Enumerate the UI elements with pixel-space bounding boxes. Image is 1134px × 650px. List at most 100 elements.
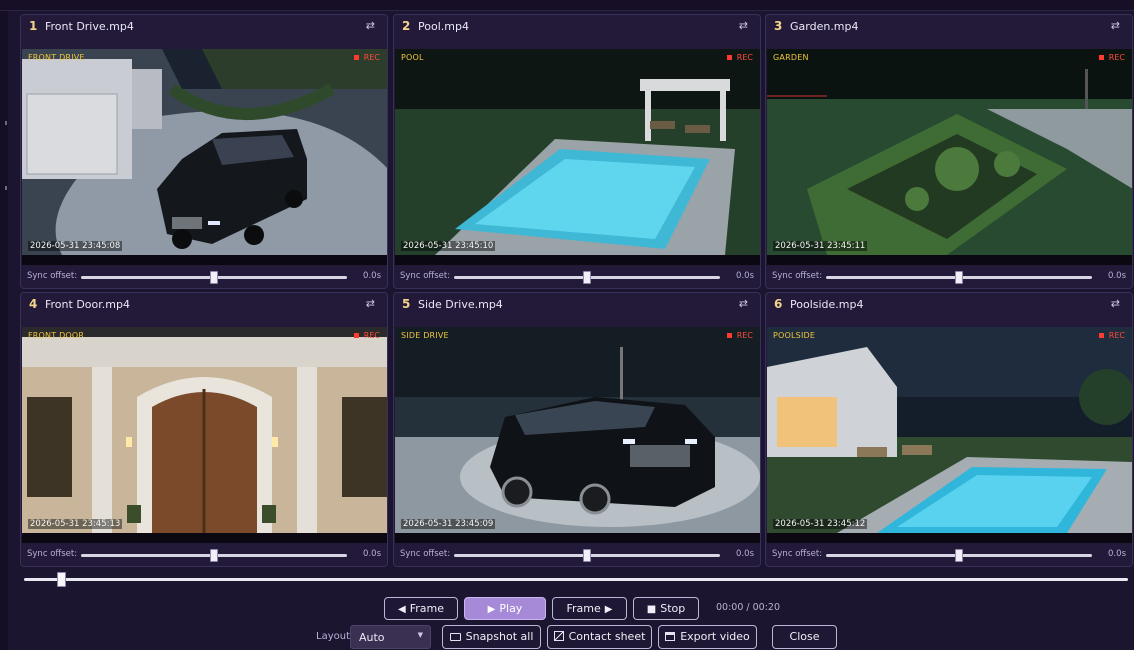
video-footer — [395, 255, 760, 265]
timeline-slider[interactable] — [24, 572, 1128, 587]
video-tile-6: 6 Poolside.mp4 ⇄ POOLSIDE REC 2026-05-31… — [765, 292, 1133, 567]
slider-handle[interactable] — [955, 271, 963, 284]
camera-label: POOLSIDE — [773, 331, 816, 340]
tile-filename: Front Drive.mp4 — [45, 20, 134, 33]
sync-offset-slider[interactable] — [81, 271, 347, 284]
video-footer — [767, 533, 1132, 543]
layout-value: Auto — [359, 631, 385, 644]
tile-number: 2 — [402, 19, 411, 33]
video-grid: 1 Front Drive.mp4 ⇄ FRONT DRIVE REC 2026… — [0, 0, 1134, 567]
sync-offset-label: Sync offset: — [27, 271, 78, 281]
video-frame[interactable]: GARDEN REC 2026-05-31 23:45:11 — [767, 49, 1132, 255]
tile-number: 5 — [402, 297, 411, 311]
video-frame[interactable]: POOL REC 2026-05-31 23:45:10 — [395, 49, 760, 255]
tile-header: 1 Front Drive.mp4 ⇄ — [21, 15, 387, 39]
tile-filename: Front Door.mp4 — [45, 298, 130, 311]
timestamp-overlay: 2026-05-31 23:45:13 — [28, 519, 123, 529]
layout-select[interactable]: Auto ▼ — [350, 625, 431, 649]
swap-icon[interactable]: ⇄ — [1111, 297, 1120, 310]
sync-offset-slider[interactable] — [454, 271, 720, 284]
swap-icon[interactable]: ⇄ — [366, 297, 375, 310]
play-button[interactable]: ▶ Play — [464, 597, 546, 620]
sync-offset-value: 0.0s — [1108, 271, 1126, 281]
stop-button[interactable]: ■ Stop — [633, 597, 699, 620]
tile-header: 5 Side Drive.mp4 ⇄ — [394, 293, 760, 317]
poolside-scene — [767, 327, 1132, 533]
tile-number: 3 — [774, 19, 783, 33]
pool-scene — [395, 49, 760, 255]
sync-offset-slider[interactable] — [454, 549, 720, 562]
play-icon: ▶ — [487, 604, 496, 615]
rec-indicator: REC — [1099, 53, 1125, 62]
sync-offset-slider[interactable] — [826, 271, 1092, 284]
timestamp-overlay: 2026-05-31 23:45:12 — [773, 519, 868, 529]
sync-offset-slider[interactable] — [826, 549, 1092, 562]
sync-offset-value: 0.0s — [736, 271, 754, 281]
snapshot-all-button[interactable]: Snapshot all — [442, 625, 541, 649]
layout-label: Layout: — [316, 631, 354, 642]
sync-offset-value: 0.0s — [363, 549, 381, 559]
slider-handle[interactable] — [210, 271, 218, 284]
camera-icon — [449, 633, 461, 641]
sync-offset-row: Sync offset: 0.0s — [766, 267, 1132, 287]
contact-sheet-label: Contact sheet — [568, 630, 646, 643]
camera-label: FRONT DOOR — [28, 331, 85, 340]
video-tile-2: 2 Pool.mp4 ⇄ POOL REC 2026-05-31 23:45:1… — [393, 14, 761, 289]
sync-offset-label: Sync offset: — [772, 549, 823, 559]
slider-handle[interactable] — [583, 271, 591, 284]
frame-back-button[interactable]: ◀ Frame — [384, 597, 458, 620]
video-frame[interactable]: FRONT DRIVE REC 2026-05-31 23:45:08 — [22, 49, 387, 255]
play-label: Play — [499, 602, 523, 615]
sync-offset-row: Sync offset: 0.0s — [21, 545, 387, 565]
contact-sheet-button[interactable]: Contact sheet — [547, 625, 652, 649]
garden-scene — [767, 49, 1132, 255]
rec-indicator: REC — [727, 53, 753, 62]
sync-offset-slider[interactable] — [81, 549, 347, 562]
swap-icon[interactable]: ⇄ — [366, 19, 375, 32]
video-footer — [395, 533, 760, 543]
slider-handle[interactable] — [210, 549, 218, 562]
slider-handle[interactable] — [955, 549, 963, 562]
frame-back-label: Frame — [409, 602, 444, 615]
video-tile-1: 1 Front Drive.mp4 ⇄ FRONT DRIVE REC 2026… — [20, 14, 388, 289]
chevron-down-icon: ▼ — [417, 631, 423, 639]
sync-offset-label: Sync offset: — [400, 271, 451, 281]
stop-label: Stop — [660, 602, 686, 615]
triangle-right-icon: ▶ — [604, 604, 613, 615]
tile-filename: Garden.mp4 — [790, 20, 859, 33]
rec-indicator: REC — [354, 53, 380, 62]
timestamp-overlay: 2026-05-31 23:45:10 — [401, 241, 496, 251]
sync-offset-value: 0.0s — [363, 271, 381, 281]
tile-number: 4 — [29, 297, 38, 311]
image-icon — [553, 631, 564, 641]
video-footer — [22, 533, 387, 543]
clapperboard-icon — [665, 632, 676, 641]
swap-icon[interactable]: ⇄ — [739, 297, 748, 310]
swap-icon[interactable]: ⇄ — [739, 19, 748, 32]
sync-offset-row: Sync offset: 0.0s — [21, 267, 387, 287]
slider-handle[interactable] — [583, 549, 591, 562]
video-tile-5: 5 Side Drive.mp4 ⇄ SIDE DRIVE REC 2026-0… — [393, 292, 761, 567]
triangle-left-icon: ◀ — [398, 604, 406, 615]
timestamp-overlay: 2026-05-31 23:45:09 — [401, 519, 496, 529]
export-video-button[interactable]: Export video — [658, 625, 757, 649]
video-footer — [22, 255, 387, 265]
swap-icon[interactable]: ⇄ — [1111, 19, 1120, 32]
rec-indicator: REC — [727, 331, 753, 340]
video-footer — [767, 255, 1132, 265]
close-button[interactable]: Close — [772, 625, 837, 649]
stop-icon: ■ — [646, 604, 657, 615]
tile-header: 4 Front Door.mp4 ⇄ — [21, 293, 387, 317]
frame-forward-button[interactable]: Frame ▶ — [552, 597, 627, 620]
video-frame[interactable]: POOLSIDE REC 2026-05-31 23:45:12 — [767, 327, 1132, 533]
camera-label: GARDEN — [773, 53, 809, 62]
video-frame[interactable]: SIDE DRIVE REC 2026-05-31 23:45:09 — [395, 327, 760, 533]
sync-offset-value: 0.0s — [1108, 549, 1126, 559]
front-drive-scene — [22, 49, 387, 255]
front-door-scene — [22, 327, 387, 533]
sync-offset-label: Sync offset: — [772, 271, 823, 281]
timeline-handle[interactable] — [57, 572, 67, 587]
tile-filename: Side Drive.mp4 — [418, 298, 503, 311]
video-frame[interactable]: FRONT DOOR REC 2026-05-31 23:45:13 — [22, 327, 387, 533]
sync-offset-row: Sync offset: 0.0s — [394, 545, 760, 565]
